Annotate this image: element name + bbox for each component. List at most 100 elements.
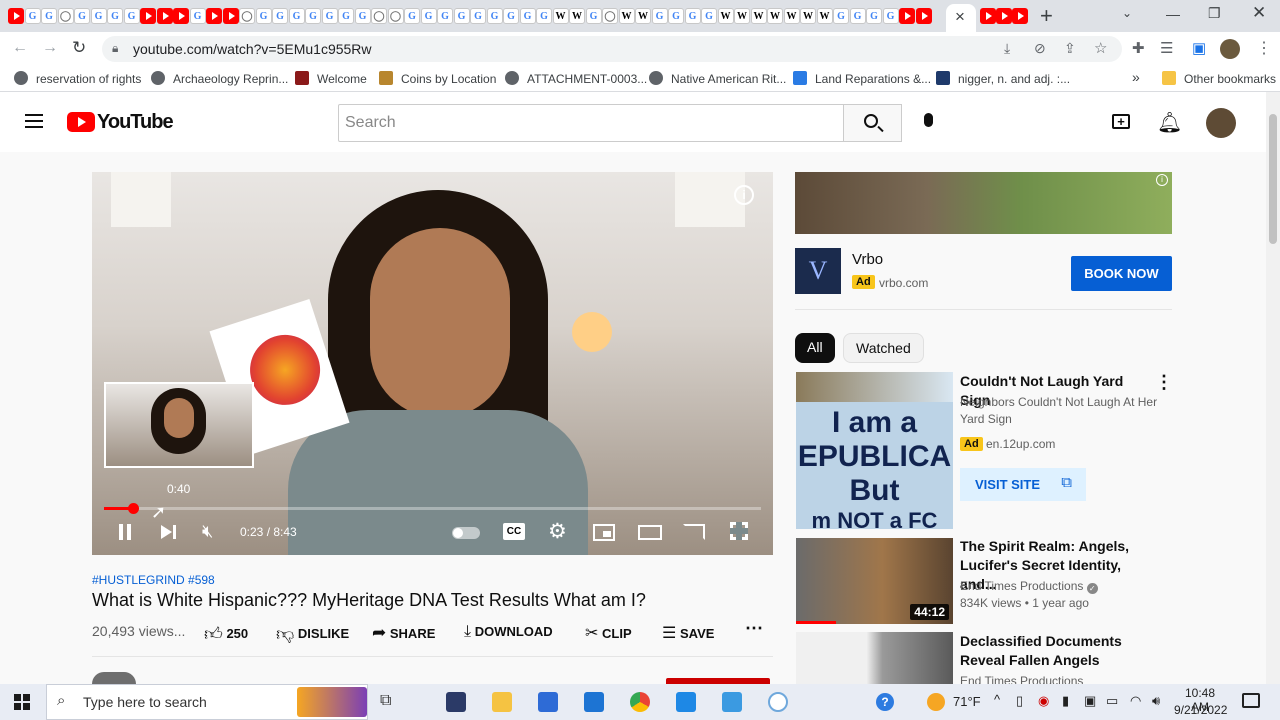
notifications-bell-icon[interactable]: 🔔︎ [1157,110,1182,135]
video-player[interactable]: i 0:40 ➚ 🔇︎ 0:23 / 8:43 CC ⚙ [92,172,773,555]
tab-favicon-icon[interactable]: G [321,8,338,24]
volume-icon[interactable]: 🔊︎ [1152,693,1160,709]
scrollbar-thumb[interactable] [1269,114,1277,244]
tab-favicon-icon[interactable]: G [338,8,354,24]
tab-favicon-icon[interactable]: G [486,8,503,24]
channel-avatar[interactable] [92,672,136,684]
restore-icon[interactable]: ❐ [1208,5,1221,22]
more-actions-icon[interactable]: ⋯ [745,618,763,639]
active-tab[interactable]: × [946,4,976,32]
muted-volume-icon[interactable]: 🔇︎ [202,521,213,542]
progress-bar[interactable] [104,503,761,514]
ad-info-icon[interactable]: i [1156,174,1168,186]
tab-favicon-icon[interactable]: G [866,8,882,24]
install-icon[interactable]: ⤓ [1004,40,1010,57]
tab-search-icon[interactable]: ⌄ [1122,6,1132,20]
search-button[interactable] [843,104,902,142]
tab-favicon-icon[interactable]: G [354,8,371,24]
video-hashtags[interactable]: #HUSTLEGRIND #598 [92,573,215,587]
profile-avatar[interactable] [1220,39,1240,59]
reading-list-icon[interactable]: ☰ [1160,39,1173,57]
tab-favicon-icon[interactable]: G [536,8,552,24]
chip-watched[interactable]: Watched [843,333,924,363]
captions-button[interactable]: CC [503,523,525,540]
reco-title[interactable]: Declassified Documents Reveal Fallen Ang… [960,632,1160,670]
window-close-icon[interactable]: ✕ [1252,3,1266,23]
tab-favicon-icon[interactable]: W [750,8,767,24]
miniplayer-icon[interactable] [593,524,615,541]
app-icon[interactable] [722,692,742,712]
share-icon[interactable]: ⇪ [1064,40,1076,57]
next-video-icon[interactable] [161,525,172,539]
file-explorer-icon[interactable] [492,692,512,712]
tab-favicon-icon[interactable] [899,8,915,24]
tab-favicon-icon[interactable]: G [255,8,272,24]
clock-date[interactable]: 9/21/2022 [1174,703,1227,717]
tab-favicon-icon[interactable]: G [107,8,123,24]
tab-favicon-icon[interactable]: G [437,8,453,24]
close-tab-icon[interactable]: × [955,7,965,27]
bookmark-star-icon[interactable]: ☆ [1094,39,1107,57]
bookmark-item[interactable]: Welcome [295,71,367,86]
bookmark-item[interactable]: ATTACHMENT-0003... [505,71,647,86]
reco-channel[interactable]: End Times Productions [960,673,1083,684]
ad-domain[interactable]: vrbo.com [879,276,928,290]
address-bar[interactable]: 🔒︎ youtube.com/watch?v=5EMu1c955Rw ⤓ ⊘ ⇪… [102,36,1122,62]
youtube-logo-text[interactable]: YouTube [97,111,174,134]
share-button[interactable]: ➦ SHARE [372,623,435,643]
tab-favicon-icon[interactable]: ◯ [387,8,404,24]
microphone-icon[interactable] [924,113,933,127]
tab-favicon-icon[interactable]: G [123,8,140,24]
page-scrollbar[interactable] [1266,92,1280,684]
tray-icon[interactable]: ▯ [1016,693,1023,709]
task-view-icon[interactable]: ⧉ [380,692,391,710]
reco-menu-icon[interactable]: ⋮ [1155,372,1173,393]
reload-icon[interactable]: ↻ [72,38,86,58]
tab-favicon-icon[interactable]: G [833,8,849,24]
progress-scrubber[interactable] [127,503,139,514]
tab-favicon-icon[interactable]: G [701,8,717,24]
tab-favicon-icon[interactable]: G [470,8,486,24]
app-icon[interactable] [676,692,696,712]
reco-thumbnail[interactable]: 44:12 [796,538,953,624]
tab-favicon-icon[interactable]: ◯ [602,8,618,24]
app-icon[interactable] [768,692,788,712]
mail-icon[interactable] [584,692,604,712]
tab-favicon-icon[interactable]: W [618,8,635,24]
tab-favicon-icon[interactable]: G [453,8,470,24]
view-count[interactable]: 20,493 views... [92,623,185,639]
tab-favicon-icon[interactable]: G [74,8,90,24]
fullscreen-icon[interactable] [730,522,748,540]
autoplay-toggle[interactable] [452,527,480,539]
tab-favicon-icon[interactable] [140,8,156,24]
youtube-logo-icon[interactable] [67,112,95,132]
weather-temp[interactable]: 71°F [953,694,981,709]
tab-favicon-icon[interactable] [915,8,932,24]
help-icon[interactable]: ? [876,693,894,711]
ad-banner-image[interactable]: i [795,172,1172,234]
tab-favicon-icon[interactable]: G [24,8,41,24]
taskbar-search-box[interactable]: ⌕ Type here to search [46,684,368,720]
reco-channel[interactable]: End Times Productions ✓ [960,578,1098,595]
bookmark-item[interactable]: reservation of rights [14,71,141,86]
tab-favicon-icon[interactable]: W [552,8,569,24]
tab-favicon-icon[interactable] [222,8,239,24]
microsoft-store-icon[interactable] [538,692,558,712]
tab-favicon-icon[interactable]: G [882,8,899,24]
eye-off-icon[interactable]: ⊘ [1034,40,1046,57]
book-now-button[interactable]: BOOK NOW [1071,256,1172,291]
tab-favicon-icon[interactable]: G [41,8,57,24]
info-icon[interactable]: i [734,185,754,205]
back-icon[interactable]: ← [12,39,28,57]
tab-favicon-icon[interactable]: G [272,8,288,24]
tab-favicon-icon[interactable]: W [767,8,783,24]
tab-favicon-icon[interactable]: G [503,8,519,24]
tab-favicon-icon[interactable]: G [849,8,866,24]
tab-favicon-icon[interactable]: W [717,8,734,24]
reco-thumbnail[interactable] [796,632,953,684]
tab-favicon-icon[interactable]: G [684,8,701,24]
bookmarks-overflow-icon[interactable]: » [1132,69,1140,85]
theater-mode-icon[interactable] [638,525,662,540]
tab-favicon-icon[interactable]: ◯ [371,8,387,24]
settings-gear-icon[interactable]: ⚙ [548,519,567,544]
